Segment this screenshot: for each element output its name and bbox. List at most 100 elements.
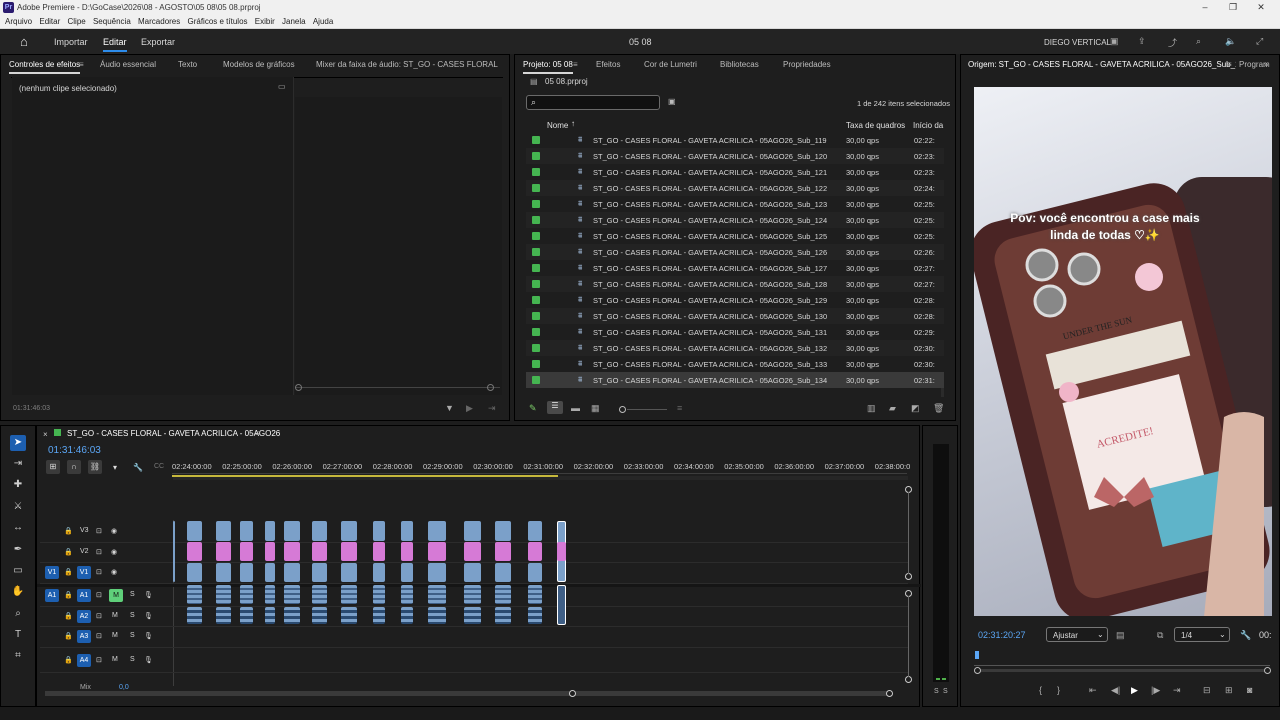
audio-clip-a1[interactable] (312, 585, 327, 604)
tab-effects[interactable]: Efeitos (596, 60, 620, 69)
new-bin-icon[interactable]: ▰ (889, 403, 896, 414)
pen-tool-icon[interactable]: ✒ (10, 542, 26, 558)
label-color-swatch[interactable] (532, 232, 540, 240)
project-item-row[interactable]: ⩩ ST_GO - CASES FLORAL - GAVETA ACRILICA … (526, 372, 944, 388)
audio-clip-a2[interactable] (528, 607, 542, 624)
panel-menu-icon[interactable]: ≡ (79, 60, 84, 69)
timeline-settings-icon[interactable]: 🔧 (133, 463, 143, 472)
source-timecode[interactable]: 02:31:20:27 (978, 630, 1026, 640)
tab-properties[interactable]: Propriedades (783, 60, 831, 69)
menu-graficos[interactable]: Gráficos e títulos (188, 17, 248, 26)
tab-libraries[interactable]: Bibliotecas (720, 60, 759, 69)
go-to-out-icon[interactable]: ⇥ (1173, 685, 1181, 696)
mix-value[interactable]: 0,0 (119, 684, 129, 691)
microphone-icon[interactable]: 🎙 (144, 656, 153, 664)
video-preview[interactable]: Pov: você encontrou a case mais linda de… (974, 87, 1272, 616)
sync-lock-icon[interactable]: ⊡ (96, 591, 102, 599)
zoom-handle-left[interactable] (974, 667, 981, 674)
filter-icon[interactable]: ▼ (445, 403, 454, 413)
graphic-clip-v2[interactable] (187, 542, 202, 561)
mute-button[interactable]: M (112, 612, 118, 619)
workspace-label[interactable]: DIEGO VERTICAL (1044, 38, 1111, 47)
step-forward-icon[interactable]: |▶ (1151, 685, 1160, 696)
close-icon[interactable]: ✕ (1254, 2, 1268, 13)
zoom-handle-right[interactable] (1264, 667, 1271, 674)
solo-button[interactable]: S (130, 612, 135, 619)
zoom-tool-icon[interactable]: ⌕ (10, 606, 26, 622)
graphic-clip-v2[interactable] (401, 542, 413, 561)
volume-icon[interactable]: 🔈 (1225, 36, 1236, 47)
solo-button[interactable]: S (130, 656, 135, 663)
nest-icon[interactable]: ⊞ (46, 460, 60, 474)
solo-button[interactable]: S (130, 632, 135, 639)
mute-button[interactable]: M (109, 589, 123, 602)
type-tool-icon[interactable]: T (10, 627, 26, 643)
h-scroll-handle-right[interactable] (886, 690, 893, 697)
audio-scrollbar[interactable] (908, 596, 909, 677)
source-scrubber[interactable] (974, 665, 1270, 666)
fit-dropdown[interactable]: Ajustar ⌄ (1046, 627, 1108, 642)
track-target-a1[interactable]: A1 (77, 589, 91, 602)
eye-icon[interactable]: ◉ (111, 568, 117, 576)
video-clip-v3[interactable] (428, 521, 446, 541)
video-clip-v1[interactable] (373, 563, 385, 582)
video-clip-v1[interactable] (528, 563, 542, 582)
project-item-row[interactable]: ⩩ ST_GO - CASES FLORAL - GAVETA ACRILICA … (526, 180, 944, 196)
mark-in-icon[interactable]: { (1039, 685, 1042, 695)
playhead-marker[interactable] (975, 651, 979, 659)
trash-icon[interactable]: 🗑 (933, 403, 944, 414)
video-clip-v3[interactable] (464, 521, 481, 541)
track-target-v1[interactable]: V1 (77, 566, 91, 579)
automate-icon[interactable]: ▥ (867, 403, 876, 414)
minimize-icon[interactable]: – (1198, 2, 1212, 12)
video-clip-v1[interactable] (495, 563, 511, 582)
snap-icon[interactable]: ∩ (67, 460, 81, 474)
project-item-row[interactable]: ⩩ ST_GO - CASES FLORAL - GAVETA ACRILICA … (526, 196, 944, 212)
graphic-clip-v2[interactable] (265, 542, 275, 561)
audio-clip-a1[interactable] (401, 585, 413, 604)
sort-icon[interactable]: ≡ (677, 403, 682, 413)
audio-clip-a2[interactable] (401, 607, 413, 624)
tab-graphic-templates[interactable]: Modelos de gráficos (223, 60, 295, 69)
panel-menu-icon[interactable]: ≡ (255, 429, 260, 438)
audio-clip-a2[interactable] (312, 607, 327, 624)
audio-clip-a1[interactable] (240, 585, 253, 604)
slip-tool-icon[interactable]: ↔ (10, 520, 26, 536)
audio-clip-a2[interactable] (428, 607, 446, 624)
pencil-icon[interactable]: ✎ (529, 403, 537, 414)
video-clip-v3[interactable] (495, 521, 511, 541)
project-item-row[interactable]: ⩩ ST_GO - CASES FLORAL - GAVETA ACRILICA … (526, 292, 944, 308)
audio-clip-a2[interactable] (373, 607, 385, 624)
mute-button[interactable]: M (112, 656, 118, 663)
search-input[interactable]: ⌕ (526, 95, 660, 110)
track-target-a3[interactable]: A3 (77, 630, 91, 643)
tab-exportar[interactable]: Exportar (141, 37, 175, 47)
sequence-name[interactable]: ST_GO - CASES FLORAL - GAVETA ACRILICA -… (67, 429, 280, 438)
audio-clip-a2[interactable] (216, 607, 231, 624)
graphic-clip-v2[interactable] (284, 542, 300, 561)
step-back-icon[interactable]: ◀| (1111, 685, 1120, 696)
label-color-swatch[interactable] (532, 152, 540, 160)
video-clip-v1[interactable] (401, 563, 413, 582)
tab-text[interactable]: Texto (178, 60, 197, 69)
solo-button[interactable]: S (130, 591, 135, 598)
graphic-clip-v2[interactable] (464, 542, 481, 561)
video-clip-v3[interactable] (528, 521, 542, 541)
audio-clip-a1[interactable] (341, 585, 357, 604)
list-view-icon[interactable]: ☰ (547, 401, 563, 414)
overwrite-icon[interactable]: ⊞ (1225, 685, 1233, 696)
audio-clip-a2[interactable] (341, 607, 357, 624)
project-item-row[interactable]: ⩩ ST_GO - CASES FLORAL - GAVETA ACRILICA … (526, 324, 944, 340)
label-color-swatch[interactable] (532, 344, 540, 352)
label-color-swatch[interactable] (532, 376, 540, 384)
project-item-row[interactable]: ⩩ ST_GO - CASES FLORAL - GAVETA ACRILICA … (526, 340, 944, 356)
lock-icon[interactable]: 🔒 (64, 568, 73, 576)
tab-audio-mixer[interactable]: Mixer da faixa de áudio: ST_GO - CASES F… (316, 60, 498, 69)
resolution-dropdown[interactable]: 1/4 ⌄ (1174, 627, 1230, 642)
project-item-row[interactable]: ⩩ ST_GO - CASES FLORAL - GAVETA ACRILICA … (526, 356, 944, 372)
maximize-icon[interactable]: ❐ (1226, 2, 1240, 13)
icon-view-icon[interactable]: ▬ (571, 403, 580, 413)
audio-clip-a1[interactable] (373, 585, 385, 604)
lock-icon[interactable]: 🔒 (64, 612, 73, 620)
label-color-swatch[interactable] (532, 312, 540, 320)
